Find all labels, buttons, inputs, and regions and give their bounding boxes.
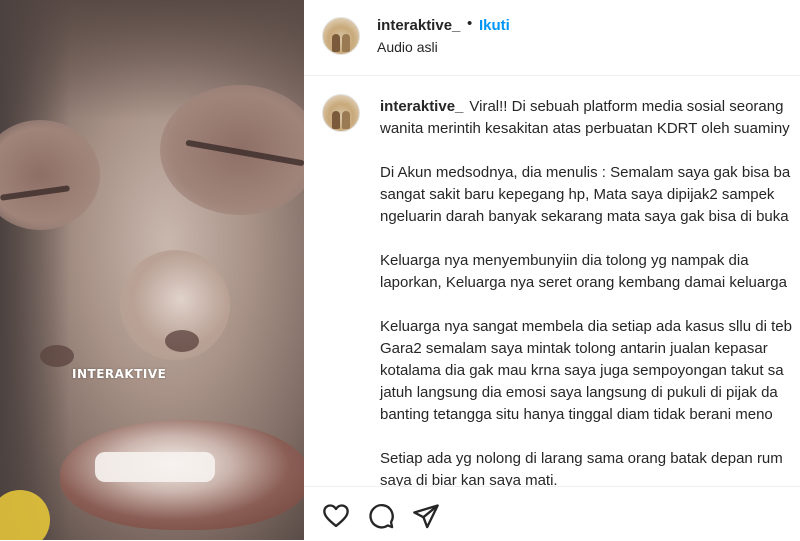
caption-line: Setiap ada yg nolong di larang sama oran… — [380, 450, 783, 467]
caption-line: saya di biar kan saya mati. — [380, 472, 558, 486]
caption-line: wanita merintih kesakitan atas perbuatan… — [380, 120, 790, 137]
follow-button[interactable]: Ikuti — [479, 17, 510, 34]
caption-avatar[interactable] — [322, 94, 360, 132]
nostril-right — [165, 330, 199, 352]
caption-username[interactable]: interaktive_ — [380, 98, 463, 115]
separator-dot: • — [467, 15, 473, 32]
caption-line: laporkan, Keluarga nya seret orang kemba… — [380, 274, 787, 291]
post-side-panel: interaktive_ • Ikuti Audio asli interakt… — [304, 0, 800, 540]
caption-line: sangat sakit baru kepegang hp, Mata saya… — [380, 186, 775, 203]
caption-line: Viral!! Di sebuah platform media sosial … — [469, 98, 784, 115]
caption-line: Di Akun medsodnya, dia menulis : Semalam… — [380, 164, 791, 181]
caption-line: Keluarga nya menyembunyiin dia tolong yg… — [380, 252, 749, 269]
media-watermark: INTERAKTIVE — [72, 367, 167, 381]
caption-paragraph: interaktive_ Viral!! Di sebuah platform m… — [380, 96, 800, 140]
avatar[interactable] — [322, 17, 360, 55]
avatar-figure — [342, 34, 350, 52]
caption-section: interaktive_ Viral!! Di sebuah platform m… — [304, 76, 800, 486]
audio-label[interactable]: Audio asli — [377, 39, 438, 55]
teeth-region — [95, 452, 215, 482]
caption-line: Gara2 semalam saya mintak tolong antarin… — [380, 340, 768, 357]
avatar-figure — [342, 111, 350, 129]
caption-paragraph: Setiap ada yg nolong di larang sama oran… — [380, 448, 800, 486]
caption-line: ngeluarin darah banyak sekarang mata say… — [380, 208, 789, 225]
comment-icon[interactable] — [367, 502, 395, 530]
caption-paragraph: Keluarga nya sangat membela dia setiap a… — [380, 316, 800, 426]
caption-text: interaktive_ Viral!! Di sebuah platform m… — [380, 96, 800, 486]
heart-icon[interactable] — [322, 502, 350, 530]
caption-line: banting tetangga situ hanya tinggal diam… — [380, 406, 773, 423]
media-shade-left — [0, 0, 70, 540]
post-media[interactable]: INTERAKTIVE — [0, 0, 304, 540]
caption-paragraph: Keluarga nya menyembunyiin dia tolong yg… — [380, 250, 800, 294]
left-eye-region — [0, 120, 100, 230]
avatar-figure — [332, 111, 340, 129]
action-bar — [304, 486, 800, 541]
header-username[interactable]: interaktive_ — [377, 17, 460, 34]
avatar-figure — [332, 34, 340, 52]
post-header: interaktive_ • Ikuti Audio asli — [304, 0, 800, 76]
caption-line: Keluarga nya sangat membela dia setiap a… — [380, 318, 792, 335]
share-icon[interactable] — [412, 502, 440, 530]
caption-line: jatuh langsung dia emosi saya langsung d… — [380, 384, 778, 401]
nostril-left — [40, 345, 74, 367]
caption-paragraph: Di Akun medsodnya, dia menulis : Semalam… — [380, 162, 800, 228]
caption-line: kotalama dia gak mau krna saya juga semp… — [380, 362, 784, 379]
